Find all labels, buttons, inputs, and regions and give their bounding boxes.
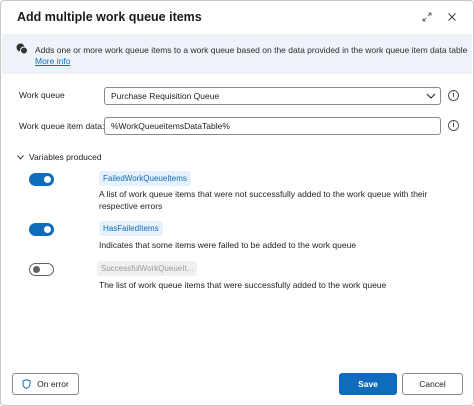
- shield-icon: [22, 379, 31, 389]
- work-queue-label: Work queue: [19, 90, 65, 100]
- dialog-title: Add multiple work queue items: [17, 10, 202, 24]
- on-error-button[interactable]: On error: [12, 373, 79, 395]
- variable-chip[interactable]: HasFailedItems: [99, 221, 163, 236]
- variable-description: The list of work queue items that were s…: [99, 280, 387, 290]
- info-bubble-icon: [16, 43, 28, 55]
- successful-work-queue-items-toggle[interactable]: [29, 263, 54, 276]
- work-queue-item-data-input[interactable]: %WorkQueueitemsDataTable%: [104, 117, 441, 135]
- work-queue-dropdown[interactable]: Purchase Requisition Queue: [104, 87, 441, 105]
- on-error-label: On error: [37, 379, 69, 389]
- work-queue-help-icon[interactable]: i: [448, 90, 459, 101]
- has-failed-items-toggle[interactable]: [29, 223, 54, 236]
- variables-produced-toggle[interactable]: Variables produced: [17, 152, 102, 162]
- work-queue-item-data-label: Work queue item data:: [19, 121, 105, 131]
- more-info-link[interactable]: More info: [35, 56, 70, 66]
- variables-produced-title: Variables produced: [29, 152, 102, 162]
- close-icon[interactable]: [444, 9, 460, 25]
- variable-chip[interactable]: SuccessfulWorkQueueIt...: [97, 261, 198, 276]
- variable-chip[interactable]: FailedWorkQueueItems: [99, 171, 191, 186]
- work-queue-item-data-value: %WorkQueueitemsDataTable%: [111, 121, 230, 131]
- variable-description: A list of work queue items that were not…: [99, 189, 428, 211]
- chevron-down-icon[interactable]: [422, 88, 440, 104]
- expand-arrows-icon[interactable]: [419, 9, 435, 25]
- save-button[interactable]: Save: [339, 373, 397, 395]
- cancel-button[interactable]: Cancel: [402, 373, 463, 395]
- work-queue-item-data-help-icon[interactable]: i: [448, 120, 459, 131]
- work-queue-value: Purchase Requisition Queue: [111, 91, 220, 101]
- dialog: Add multiple work queue items Adds one o…: [0, 0, 474, 406]
- info-bar: Adds one or more work queue items to a w…: [2, 34, 472, 74]
- info-text: Adds one or more work queue items to a w…: [35, 45, 468, 55]
- variable-description: Indicates that some items were failed to…: [99, 240, 357, 250]
- chevron-down-icon: [17, 154, 24, 160]
- failed-work-queue-items-toggle[interactable]: [29, 173, 54, 186]
